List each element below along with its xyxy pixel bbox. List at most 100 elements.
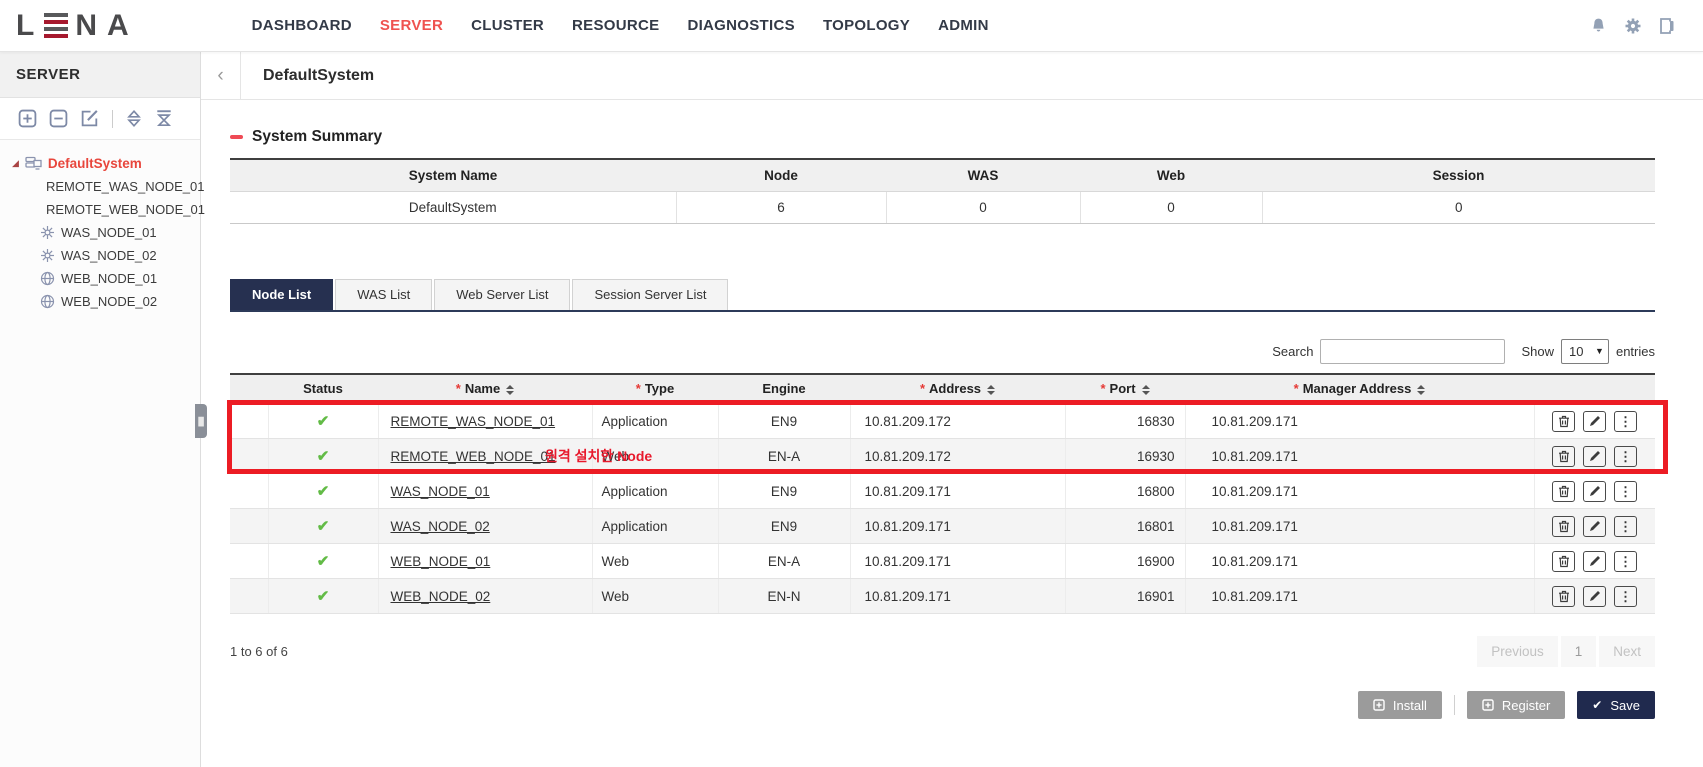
delete-icon[interactable] [1552, 516, 1575, 537]
node-manager-address: 10.81.209.171 [1185, 474, 1534, 509]
tree-item-label: WAS_NODE_02 [61, 248, 157, 263]
node-type: Application [592, 509, 718, 544]
more-icon[interactable]: ⋮ [1614, 551, 1637, 572]
tab-session-server-list[interactable]: Session Server List [572, 279, 728, 310]
edit-node-icon[interactable] [80, 109, 100, 128]
more-icon[interactable]: ⋮ [1614, 516, 1637, 537]
summary-col-web: Web [1080, 159, 1262, 191]
node-type: Web [592, 439, 718, 474]
edit-icon[interactable] [1583, 551, 1606, 572]
tree-item-was-node-02[interactable]: WAS_NODE_02 [0, 244, 200, 267]
plus-square-icon [1482, 699, 1494, 711]
edit-icon[interactable] [1583, 516, 1606, 537]
nav-admin[interactable]: ADMIN [938, 17, 989, 34]
tree-item-was-node-01[interactable]: WAS_NODE_01 [0, 221, 200, 244]
back-chevron-icon[interactable]: ‹ [201, 52, 241, 99]
logout-icon[interactable] [1659, 17, 1675, 35]
tree-item-remote-was-node-01[interactable]: REMOTE_WAS_NODE_01 [0, 175, 200, 198]
edit-icon[interactable] [1583, 481, 1606, 502]
required-marker: * [636, 381, 641, 396]
check-icon: ✔ [1592, 698, 1602, 712]
tab-web-server-list[interactable]: Web Server List [434, 279, 570, 310]
edit-icon[interactable] [1583, 586, 1606, 607]
edit-icon[interactable] [1583, 446, 1606, 467]
expand-all-icon[interactable] [125, 109, 143, 128]
tree-item-label: REMOTE_WAS_NODE_01 [46, 179, 204, 194]
tree-item-label: WEB_NODE_01 [61, 271, 157, 286]
add-node-icon[interactable] [18, 109, 37, 128]
save-button[interactable]: ✔ Save [1577, 691, 1655, 719]
node-port: 16801 [1065, 509, 1185, 544]
node-address: 10.81.209.171 [850, 544, 1065, 579]
node-type: Web [592, 579, 718, 614]
node-address: 10.81.209.172 [850, 439, 1065, 474]
install-button[interactable]: Install [1358, 691, 1442, 719]
lena-logo[interactable]: L N A [16, 11, 132, 41]
more-icon[interactable]: ⋮ [1614, 586, 1637, 607]
delete-icon[interactable] [1552, 481, 1575, 502]
next-page-button[interactable]: Next [1599, 636, 1655, 667]
edit-icon[interactable] [1583, 411, 1606, 432]
delete-icon[interactable] [1552, 446, 1575, 467]
col-name[interactable]: *Name [378, 374, 592, 404]
more-icon[interactable]: ⋮ [1614, 446, 1637, 467]
node-address: 10.81.209.171 [850, 509, 1065, 544]
tree-item-remote-web-node-01[interactable]: REMOTE_WEB_NODE_01 [0, 198, 200, 221]
status-ok-icon: ✔ [317, 483, 330, 500]
gear-icon[interactable] [1624, 17, 1642, 35]
summary-header-row: System Name Node WAS Web Session [230, 159, 1655, 191]
tab-was-list[interactable]: WAS List [335, 279, 432, 310]
tree-item-web-node-01[interactable]: WEB_NODE_01 [0, 267, 200, 290]
nav-topology[interactable]: TOPOLOGY [823, 17, 910, 34]
page-number-button[interactable]: 1 [1561, 636, 1597, 667]
top-icon-group [1590, 17, 1675, 35]
more-icon[interactable]: ⋮ [1614, 481, 1637, 502]
more-icon[interactable]: ⋮ [1614, 411, 1637, 432]
server-tree: ◢ DefaultSystem REMOTE_WAS_NODE_01 [0, 140, 200, 313]
node-engine: EN-A [718, 544, 850, 579]
remove-node-icon[interactable] [49, 109, 68, 128]
tree-item-web-node-02[interactable]: WEB_NODE_02 [0, 290, 200, 313]
register-button[interactable]: Register [1467, 691, 1565, 719]
collapse-all-icon[interactable] [155, 109, 173, 128]
col-type: *Type [592, 374, 718, 404]
page-size-select[interactable]: 10 ▼ [1561, 339, 1609, 364]
node-link[interactable]: REMOTE_WAS_NODE_01 [391, 414, 556, 429]
table-row-remote-web-node-01: ✔ REMOTE_WEB_NODE_01 Web EN-A 10.81.209.… [230, 439, 1655, 474]
bell-icon[interactable] [1590, 17, 1607, 35]
tab-node-list[interactable]: Node List [230, 279, 333, 310]
search-input[interactable] [1320, 339, 1505, 364]
nav-server[interactable]: SERVER [380, 17, 443, 34]
node-port: 16800 [1065, 474, 1185, 509]
nav-dashboard[interactable]: DASHBOARD [252, 17, 352, 34]
delete-icon[interactable] [1552, 411, 1575, 432]
previous-page-button[interactable]: Previous [1477, 636, 1558, 667]
node-port: 16830 [1065, 404, 1185, 439]
node-manager-address: 10.81.209.171 [1185, 439, 1534, 474]
breadcrumb: ‹ DefaultSystem [201, 52, 1703, 100]
col-actions [1534, 374, 1655, 404]
node-link[interactable]: REMOTE_WEB_NODE_01 [391, 449, 556, 464]
node-manager-address: 10.81.209.171 [1185, 579, 1534, 614]
tree-expander-icon[interactable]: ◢ [12, 159, 19, 168]
node-link[interactable]: WEB_NODE_01 [391, 554, 491, 569]
summary-session-count: 0 [1262, 191, 1655, 223]
nav-resource[interactable]: RESOURCE [572, 17, 659, 34]
node-link[interactable]: WAS_NODE_01 [391, 484, 490, 499]
nav-cluster[interactable]: CLUSTER [471, 17, 544, 34]
list-tabs: Node List WAS List Web Server List Sessi… [230, 279, 1655, 312]
required-marker: * [920, 381, 925, 396]
col-manager-address[interactable]: *Manager Address [1185, 374, 1534, 404]
node-link[interactable]: WEB_NODE_02 [391, 589, 491, 604]
delete-icon[interactable] [1552, 586, 1575, 607]
sort-icon [1142, 385, 1150, 395]
tree-item-defaultsystem[interactable]: ◢ DefaultSystem [0, 152, 200, 175]
col-port[interactable]: *Port [1065, 374, 1185, 404]
nav-diagnostics[interactable]: DIAGNOSTICS [687, 17, 794, 34]
node-address: 10.81.209.172 [850, 404, 1065, 439]
node-link[interactable]: WAS_NODE_02 [391, 519, 490, 534]
sidebar-collapse-handle[interactable]: ▐▌ [195, 404, 207, 438]
delete-icon[interactable] [1552, 551, 1575, 572]
action-footer: Install Register ✔ Save [230, 691, 1655, 719]
col-address[interactable]: *Address [850, 374, 1065, 404]
